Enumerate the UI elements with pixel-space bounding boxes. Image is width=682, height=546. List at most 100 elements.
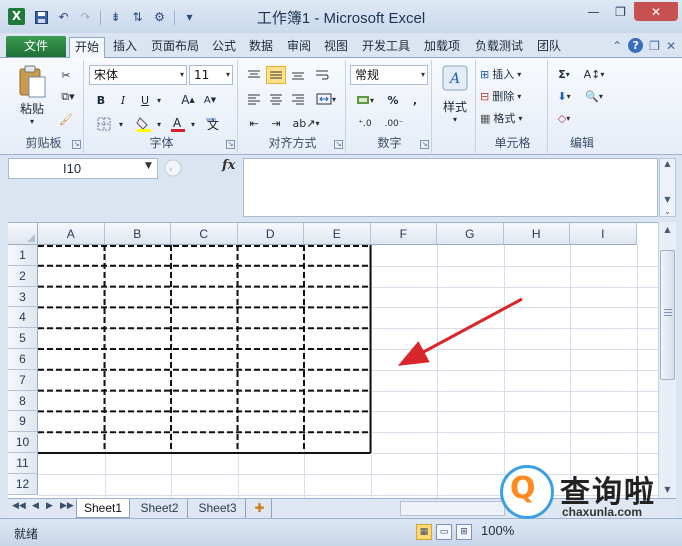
- font-color-icon[interactable]: A: [168, 115, 188, 133]
- redo-icon[interactable]: ↷: [76, 8, 95, 27]
- styles-icon[interactable]: A: [441, 64, 469, 92]
- clipboard-launcher-icon[interactable]: ↘: [72, 140, 81, 149]
- delete-cells-button[interactable]: ⊟ 删除 ▾: [480, 87, 546, 105]
- paste-icon[interactable]: [17, 65, 47, 99]
- insert-function-icon[interactable]: fx: [222, 158, 235, 173]
- window-restore-icon[interactable]: ❐: [649, 39, 660, 53]
- scroll-up-icon[interactable]: ▲: [660, 159, 675, 168]
- tab-formulas[interactable]: 公式: [208, 37, 240, 58]
- spreadsheet-grid[interactable]: ABCDEFGHI 1 2 3 4 5 6 7 8 9 10 11 12: [8, 222, 658, 498]
- number-launcher-icon[interactable]: ↘: [420, 140, 429, 149]
- format-icon[interactable]: ⇟: [106, 8, 125, 27]
- align-right-icon[interactable]: [288, 90, 308, 108]
- minimize-ribbon-icon[interactable]: ⌃: [612, 39, 622, 53]
- formula-bar-scrollbar[interactable]: ▲ ▼ ⌄: [659, 158, 676, 217]
- increase-decimal-button[interactable]: ⁺ .0: [352, 115, 378, 133]
- name-box[interactable]: I10: [8, 158, 158, 179]
- bold-button[interactable]: B: [92, 91, 110, 109]
- grow-font-button[interactable]: A ▲: [178, 91, 198, 109]
- underline-button[interactable]: U: [136, 91, 154, 109]
- tab-addins[interactable]: 加载项: [420, 37, 464, 58]
- prev-sheet-icon[interactable]: ◀: [32, 501, 39, 511]
- styles-button[interactable]: 样式: [436, 98, 474, 114]
- excel-app-icon[interactable]: X: [8, 8, 25, 25]
- underline-dropdown-icon[interactable]: ▾: [154, 91, 164, 109]
- font-size-combo[interactable]: 11 ▾: [189, 65, 233, 85]
- find-select-icon[interactable]: 🔍 ▾: [580, 87, 608, 105]
- phonetic-icon[interactable]: 文 wén: [204, 115, 224, 133]
- clear-icon[interactable]: ◇ ▾: [552, 109, 576, 127]
- fill-color-icon[interactable]: [134, 115, 154, 133]
- scroll-down-icon[interactable]: ▼: [660, 195, 675, 204]
- first-sheet-icon[interactable]: ◀◀: [12, 501, 26, 511]
- scroll-up-icon[interactable]: ▲: [660, 222, 675, 238]
- tab-load-test[interactable]: 负载测试: [470, 37, 528, 58]
- number-format-combo[interactable]: 常规 ▾: [350, 65, 428, 85]
- tab-file[interactable]: 文件: [6, 36, 66, 57]
- tab-data[interactable]: 数据: [245, 37, 277, 58]
- tab-review[interactable]: 审阅: [283, 37, 315, 58]
- undo-icon[interactable]: ↶: [54, 8, 73, 27]
- scroll-thumb[interactable]: [660, 250, 675, 380]
- formula-input[interactable]: [243, 158, 658, 217]
- help-icon[interactable]: ?: [628, 38, 644, 53]
- percent-style-button[interactable]: %: [384, 91, 402, 109]
- tab-view[interactable]: 视图: [320, 37, 352, 58]
- sheet-tab-sheet2[interactable]: Sheet2: [132, 499, 188, 518]
- sheet-tab-sheet3[interactable]: Sheet3: [190, 499, 246, 518]
- tab-home[interactable]: 开始: [69, 37, 105, 59]
- fill-color-dropdown-icon[interactable]: ▾: [154, 115, 164, 133]
- last-sheet-icon[interactable]: ▶▶: [60, 501, 74, 511]
- custom-icon[interactable]: ⚙: [150, 8, 169, 27]
- tab-developer[interactable]: 开发工具: [357, 37, 415, 58]
- paste-dropdown-icon[interactable]: ▾: [12, 116, 52, 126]
- vertical-scrollbar[interactable]: ▲ ▼: [658, 222, 676, 498]
- close-button[interactable]: ✕: [634, 2, 678, 21]
- wrap-text-icon[interactable]: [312, 66, 332, 84]
- increase-indent-icon[interactable]: ⇥: [266, 114, 286, 132]
- fill-icon[interactable]: ⬇ ▾: [552, 87, 576, 105]
- insert-sheet-icon[interactable]: ✚: [248, 499, 272, 518]
- sort-icon[interactable]: ⇅: [128, 8, 147, 27]
- name-box-dropdown-icon[interactable]: ▼: [145, 161, 152, 171]
- more-icon[interactable]: ▾: [180, 8, 199, 27]
- sort-filter-icon[interactable]: A↕ ▾: [580, 65, 608, 83]
- align-bottom-icon[interactable]: [288, 66, 308, 84]
- italic-button[interactable]: I: [114, 91, 132, 109]
- align-left-icon[interactable]: [244, 90, 264, 108]
- shrink-font-button[interactable]: A ▼: [200, 91, 220, 109]
- accounting-format-icon[interactable]: ▾: [352, 91, 378, 109]
- tab-page-layout[interactable]: 页面布局: [146, 37, 204, 58]
- tab-insert[interactable]: 插入: [109, 37, 141, 58]
- format-cells-button[interactable]: ▦ 格式 ▾: [480, 109, 546, 127]
- autosum-button[interactable]: Σ ▾: [552, 65, 576, 83]
- tab-team[interactable]: 团队: [533, 37, 565, 58]
- align-center-icon[interactable]: [266, 90, 286, 108]
- copy-icon[interactable]: ⧉▾: [56, 88, 80, 106]
- window-close-icon[interactable]: ✕: [666, 39, 676, 53]
- page-layout-view-icon[interactable]: ▭: [436, 524, 452, 540]
- styles-dropdown-icon[interactable]: ▾: [436, 114, 474, 124]
- zoom-level[interactable]: 100%: [481, 523, 514, 538]
- align-top-icon[interactable]: [244, 66, 264, 84]
- expand-formula-icon[interactable]: ⌄: [660, 207, 675, 216]
- alignment-launcher-icon[interactable]: ↘: [334, 140, 343, 149]
- page-break-view-icon[interactable]: ⊞: [456, 524, 472, 540]
- align-middle-icon[interactable]: [266, 66, 286, 84]
- decrease-indent-icon[interactable]: ⇤: [244, 114, 264, 132]
- cut-icon[interactable]: ✂: [56, 66, 76, 84]
- insert-cells-button[interactable]: ⊞ 插入 ▾: [480, 65, 546, 83]
- borders-icon[interactable]: [92, 115, 116, 133]
- paste-button[interactable]: 粘贴: [12, 100, 52, 116]
- horizontal-scrollbar[interactable]: [400, 501, 505, 516]
- orientation-icon[interactable]: ab↗ ▾: [292, 114, 320, 132]
- sheet-tab-sheet1[interactable]: Sheet1: [76, 499, 130, 518]
- font-color-dropdown-icon[interactable]: ▾: [188, 115, 198, 133]
- restore-button[interactable]: ❐: [607, 2, 634, 21]
- borders-dropdown-icon[interactable]: ▾: [116, 115, 126, 133]
- merge-center-icon[interactable]: ▾: [312, 90, 340, 108]
- next-sheet-icon[interactable]: ▶: [46, 501, 53, 511]
- decrease-decimal-button[interactable]: .00 ⁻: [380, 115, 408, 133]
- format-painter-icon[interactable]: 🖌: [56, 110, 76, 128]
- normal-view-icon[interactable]: ▦: [416, 524, 432, 540]
